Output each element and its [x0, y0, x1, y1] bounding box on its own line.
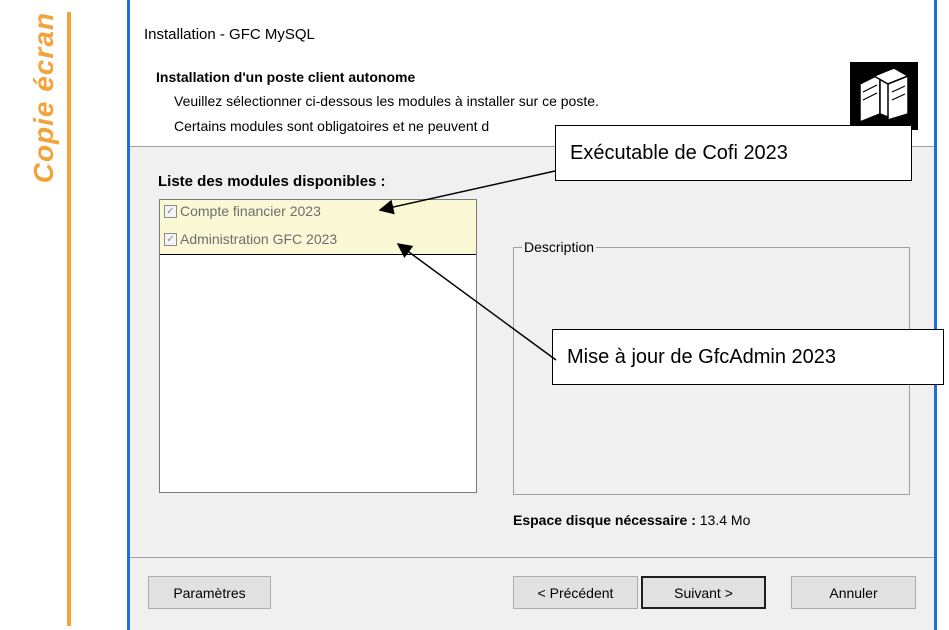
footer-divider [130, 557, 934, 558]
checkbox-checked-icon[interactable]: ✓ [164, 232, 177, 246]
modules-list-title: Liste des modules disponibles : [158, 173, 386, 190]
next-button[interactable]: Suivant > [641, 576, 766, 609]
side-label-text: Copie écran [28, 12, 59, 184]
installer-window: Installation - GFC MySQL Installation d'… [127, 0, 937, 630]
header-line-1: Veuillez sélectionner ci-dessous les mod… [174, 93, 599, 109]
title-bar[interactable]: Installation - GFC MySQL [130, 0, 934, 62]
description-legend: Description [522, 239, 597, 255]
disk-space-value: 13.4 Mo [699, 512, 751, 528]
module-item-administration-gfc[interactable]: ✓ Administration GFC 2023 [164, 231, 337, 247]
disk-space-label: Espace disque nécessaire : [513, 512, 696, 528]
module-label: Compte financier 2023 [180, 203, 321, 219]
checkbox-checked-icon[interactable]: ✓ [164, 204, 177, 218]
side-label: Copie écran [0, 0, 90, 630]
module-label: Administration GFC 2023 [180, 231, 338, 247]
module-item-compte-financier[interactable]: ✓ Compte financier 2023 [164, 203, 321, 219]
side-divider [67, 12, 71, 626]
header-line-2: Certains modules sont obligatoires et ne… [174, 118, 490, 134]
previous-button[interactable]: < Précédent [513, 576, 638, 609]
callout-gfcadmin: Mise à jour de GfcAdmin 2023 [552, 329, 944, 385]
parameters-button[interactable]: Paramètres [148, 576, 271, 609]
callout-cofi: Exécutable de Cofi 2023 [555, 125, 912, 181]
wizard-logo-icon [850, 62, 918, 130]
disk-space-info: Espace disque nécessaire : 13.4 Mo [513, 512, 750, 528]
cancel-button[interactable]: Annuler [791, 576, 916, 609]
modules-listbox[interactable]: ✓ Compte financier 2023 ✓ Administration… [159, 199, 477, 493]
window-title: Installation - GFC MySQL [144, 26, 315, 43]
header-title: Installation d'un poste client autonome [156, 69, 416, 85]
